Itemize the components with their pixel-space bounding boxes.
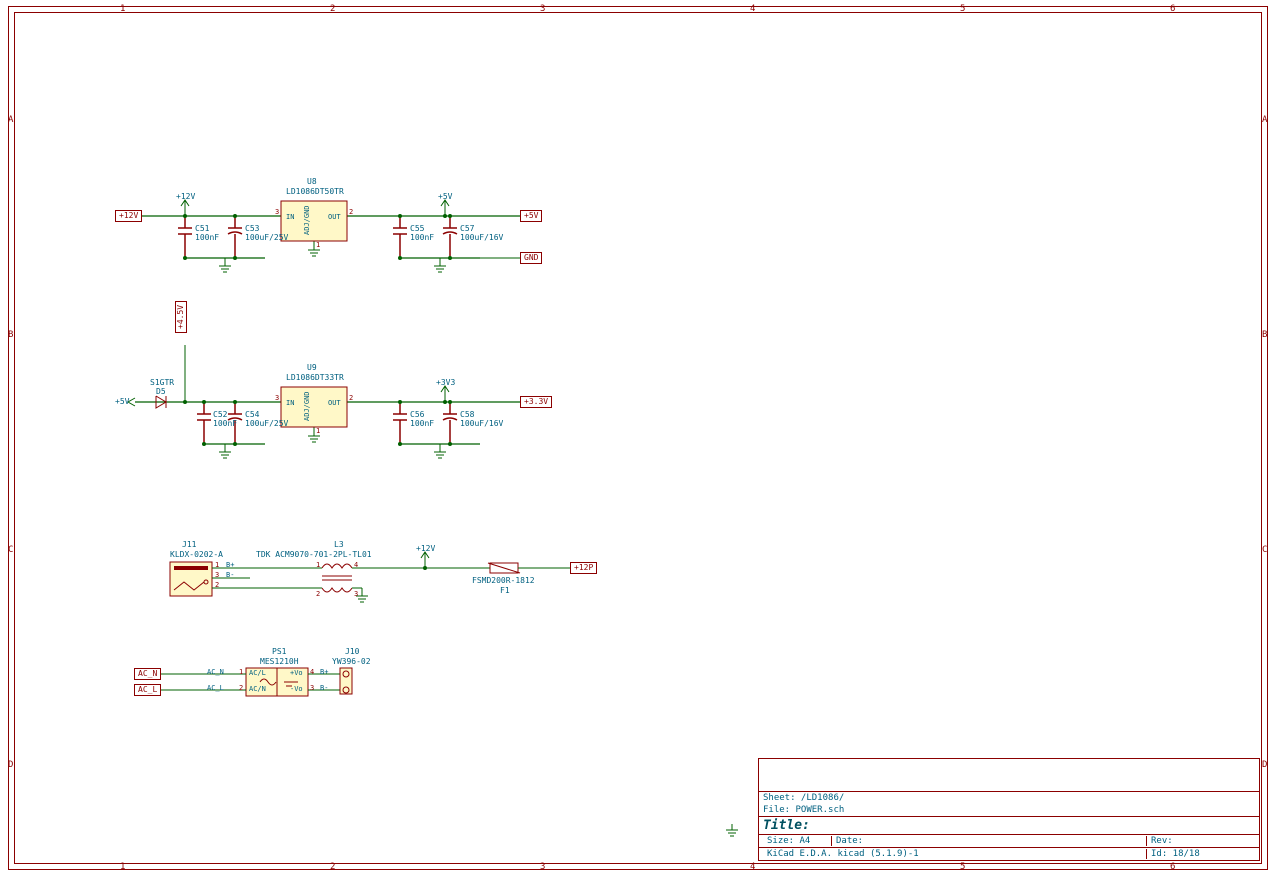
net-ac-n: AC_N [134,668,161,680]
ruler-r-a: A [1262,115,1267,125]
ruler-r-c: C [1262,545,1267,555]
ps1-acl: AC/L [249,669,266,677]
tb-sheet: Sheet: /LD1086/ [763,793,844,803]
f1-ref: F1 [500,586,510,595]
tb-rev: Rev: [1146,836,1255,846]
stray-gnd [722,824,742,844]
ps1-bn: B- [320,684,328,692]
tb-kicad: KiCad E.D.A. kicad (5.1.9)-1 [763,849,1146,859]
tb-file: File: POWER.sch [763,805,844,815]
ruler-l-d: D [8,760,13,770]
f1-val: FSMD200R-1812 [472,576,535,585]
tb-size: Size: A4 [763,836,831,846]
ruler-top-6: 6 [1170,4,1175,14]
ps1-p1: 1 [239,668,243,676]
ruler-bot-4: 4 [750,862,755,872]
title-block: Sheet: /LD1086/ File: POWER.sch Title: S… [758,758,1260,861]
net-12p: +12P [570,562,597,574]
ruler-bot-1: 1 [120,862,125,872]
ps1-p2: 2 [239,684,243,692]
ruler-top-4: 4 [750,4,755,14]
net-ac-l: AC_L [134,684,161,696]
ps1-acn: AC/N [249,685,266,693]
ruler-r-d: D [1262,760,1267,770]
tb-id: Id: 18/18 [1146,849,1255,859]
ruler-bot-6: 6 [1170,862,1175,872]
ruler-bot-3: 3 [540,862,545,872]
ps1-bp: B+ [320,668,328,676]
ps1-vn: -Vo [290,685,303,693]
acn-lbl: AC_N [207,668,224,676]
acl-lbl: AC_L [207,684,224,692]
tb-date: Date: [831,836,1146,846]
ps1-vp: +Vo [290,669,303,677]
section-ps1 [0,0,450,720]
ps1-p3: 3 [310,684,314,692]
ruler-bot-2: 2 [330,862,335,872]
ruler-r-b: B [1262,330,1267,340]
ps1-ref: PS1 [272,647,286,656]
j10-val: YW396-02 [332,657,371,666]
ruler-bot-5: 5 [960,862,965,872]
ruler-top-5: 5 [960,4,965,14]
j10-ref: J10 [345,647,359,656]
ps1-val: MES1210H [260,657,299,666]
ps1-p4: 4 [310,668,314,676]
tb-title: Title: [763,818,810,833]
